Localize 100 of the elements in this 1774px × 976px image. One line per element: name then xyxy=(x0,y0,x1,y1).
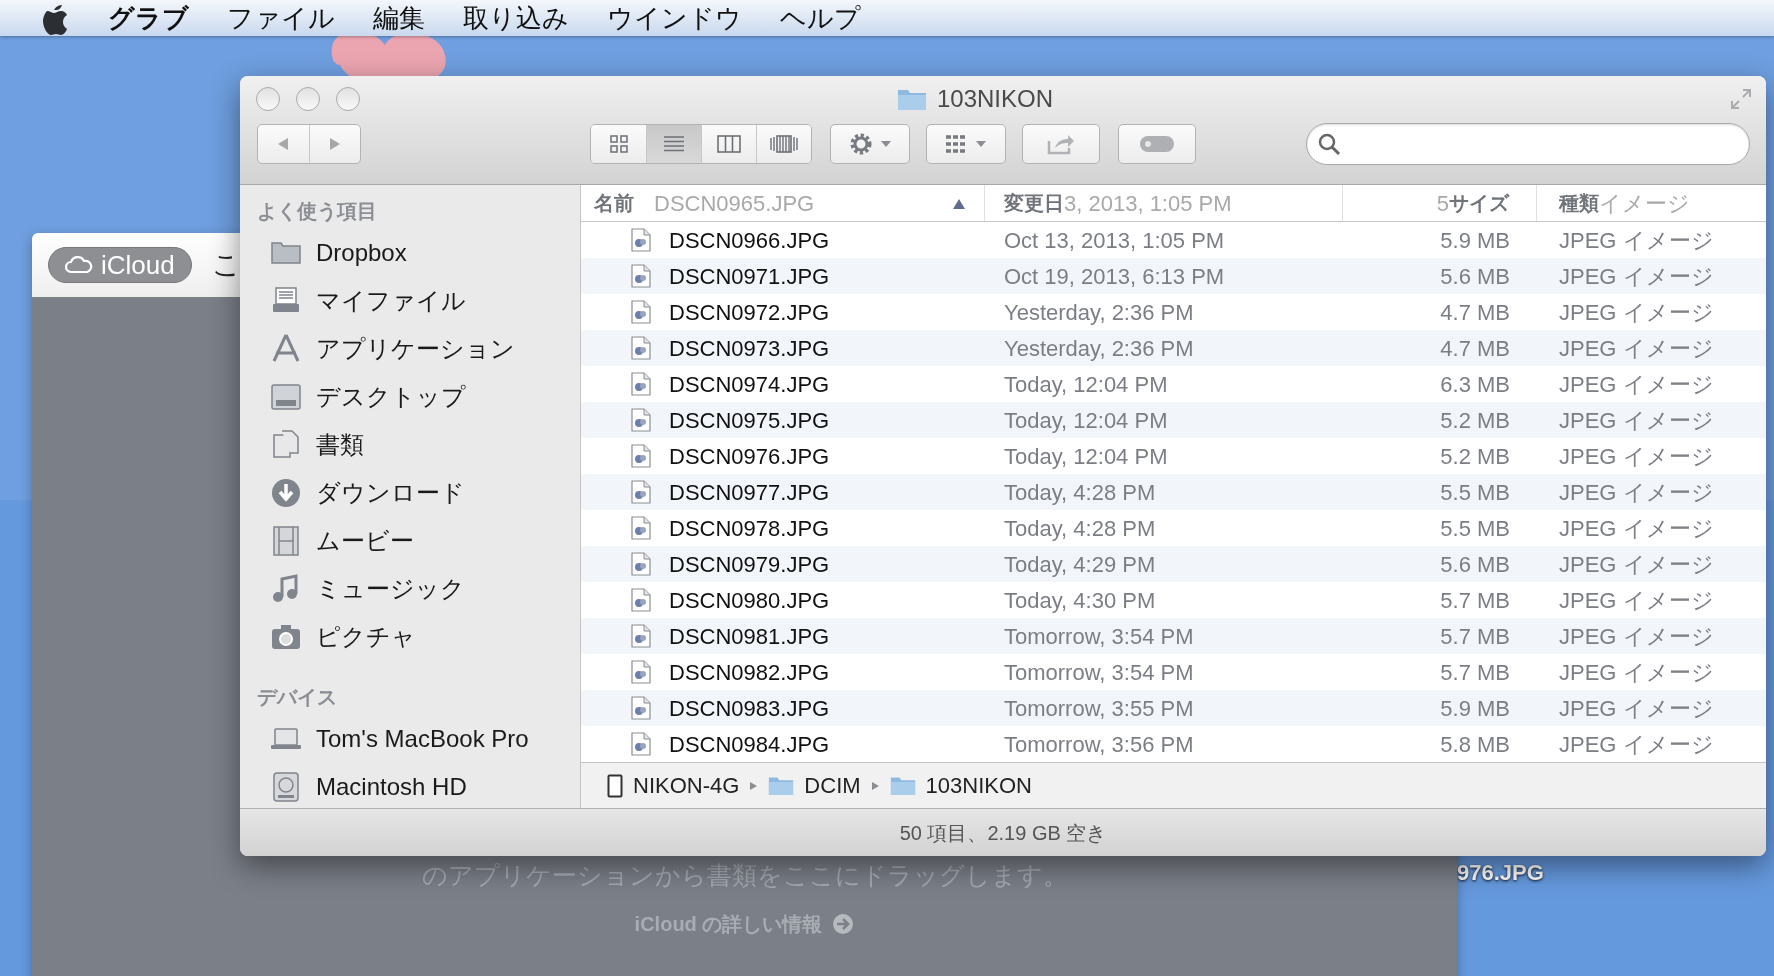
column-title: 種類 xyxy=(1559,191,1599,216)
image-file-icon xyxy=(631,516,651,540)
menu-item[interactable]: ヘルプ xyxy=(780,0,861,38)
image-file-icon xyxy=(631,264,651,288)
kind-cell-text: JPEG イメージ xyxy=(1558,370,1715,399)
view-mode-button[interactable] xyxy=(756,125,811,163)
sidebar-item-label: マイファイル xyxy=(316,286,466,316)
download-icon xyxy=(270,477,302,509)
file-row[interactable]: DSCN0981.JPG Tomorrow, 3:54 PM 5.7 MB JPEG イメージ xyxy=(581,618,1766,654)
ghost-row-text: 3, 2013, 1:05 PM xyxy=(1064,189,1232,218)
date-cell-text: Today, 4:28 PM xyxy=(1003,514,1157,543)
search-field[interactable] xyxy=(1306,123,1750,165)
path-item[interactable]: NIKON-4G xyxy=(607,769,740,802)
sidebar-item[interactable]: デスクトップ xyxy=(240,373,580,421)
path-item[interactable]: DCIM xyxy=(768,769,861,802)
column-header[interactable]: 名前 DSCN0965.JPG xyxy=(581,185,985,221)
column-header[interactable]: 種類イメージ xyxy=(1537,185,1766,221)
ghost-row-text: 5 xyxy=(1436,189,1449,218)
tag-button[interactable] xyxy=(1118,124,1196,164)
file-row[interactable]: DSCN0973.JPG Yesterday, 2:36 PM 4.7 MB JPEG イメージ xyxy=(581,330,1766,366)
action-button[interactable] xyxy=(830,124,910,164)
file-row[interactable]: DSCN0977.JPG Today, 4:28 PM 5.5 MB JPEG イメージ xyxy=(581,474,1766,510)
sidebar-item-label: ミュージック xyxy=(316,574,465,604)
menu-item[interactable]: ウインドウ xyxy=(607,0,742,38)
view-mode-button[interactable] xyxy=(701,125,756,163)
date-cell-text: Yesterday, 2:36 PM xyxy=(1003,298,1195,327)
kind-cell-text: JPEG イメージ xyxy=(1558,262,1715,291)
arrange-button[interactable] xyxy=(926,124,1006,164)
file-name: DSCN0977.JPG xyxy=(669,478,830,507)
sidebar-heading: よく使う項目 xyxy=(256,199,378,224)
kind-cell-text: JPEG イメージ xyxy=(1558,550,1715,579)
sidebar-item[interactable]: Dropbox xyxy=(240,229,580,277)
file-row[interactable]: DSCN0979.JPG Today, 4:29 PM 5.6 MB JPEG イメージ xyxy=(581,546,1766,582)
size-cell-text: 4.7 MB xyxy=(1439,298,1511,327)
column-header[interactable]: 5サイズ xyxy=(1343,185,1537,221)
file-name: DSCN0966.JPG xyxy=(669,226,830,255)
kind-cell-text: JPEG イメージ xyxy=(1558,694,1715,723)
file-row[interactable]: DSCN0971.JPG Oct 19, 2013, 6:13 PM 5.6 MB JPEG イメージ xyxy=(581,258,1766,294)
column-title: 変更日 xyxy=(1004,191,1064,216)
view-mode-button[interactable] xyxy=(646,125,701,163)
file-name: DSCN0971.JPG xyxy=(669,262,830,291)
sidebar-item[interactable]: アプリケーション xyxy=(240,325,580,373)
file-name: DSCN0973.JPG xyxy=(669,334,830,363)
sidebar-item-label: 書類 xyxy=(316,430,364,460)
window-title: こ xyxy=(211,248,241,282)
desktop-icon xyxy=(270,381,302,413)
grid-icon xyxy=(608,134,629,154)
size-cell-text: 5.8 MB xyxy=(1439,730,1511,759)
window-control-button[interactable] xyxy=(336,87,360,111)
size-cell-text: 4.7 MB xyxy=(1439,334,1511,363)
size-cell-text: 5.9 MB xyxy=(1439,694,1511,723)
kind-cell-text: JPEG イメージ xyxy=(1558,334,1715,363)
file-name: DSCN0982.JPG xyxy=(669,658,830,687)
window-control-button[interactable] xyxy=(296,87,320,111)
file-row[interactable]: DSCN0975.JPG Today, 12:04 PM 5.2 MB JPEG イメージ xyxy=(581,402,1766,438)
image-file-icon xyxy=(631,228,651,252)
size-cell-text: 5.2 MB xyxy=(1439,442,1511,471)
size-cell-text: 5.6 MB xyxy=(1439,550,1511,579)
search-icon xyxy=(1317,132,1341,156)
app-menu[interactable]: グラブ xyxy=(108,0,189,38)
window-control-button[interactable] xyxy=(256,87,280,111)
date-cell-text: Tomorrow, 3:55 PM xyxy=(1003,694,1195,723)
size-cell-text: 6.3 MB xyxy=(1439,370,1511,399)
image-file-icon xyxy=(631,732,651,756)
image-file-icon xyxy=(631,408,651,432)
cloud-icon xyxy=(65,256,93,274)
image-file-icon xyxy=(631,552,651,576)
sidebar-item[interactable]: ピクチャ xyxy=(240,613,580,661)
sidebar-item[interactable]: ミュージック xyxy=(240,565,580,613)
sidebar-item[interactable]: ムービー xyxy=(240,517,580,565)
image-file-icon xyxy=(631,480,651,504)
arrow-circle-icon xyxy=(832,912,855,935)
date-cell-text: Yesterday, 2:36 PM xyxy=(1003,334,1195,363)
column-header[interactable]: 変更日3, 2013, 1:05 PM xyxy=(985,185,1343,221)
size-cell-text: 5.2 MB xyxy=(1439,406,1511,435)
kind-cell-text: JPEG イメージ xyxy=(1558,586,1715,615)
sidebar-item[interactable]: 書類 xyxy=(240,421,580,469)
fullscreen-icon[interactable] xyxy=(1730,88,1752,110)
image-file-icon xyxy=(631,336,651,360)
kind-cell-text: JPEG イメージ xyxy=(1558,406,1715,435)
view-mode-button[interactable] xyxy=(591,125,646,163)
movie-icon xyxy=(270,525,302,557)
path-item-label: NIKON-4G xyxy=(633,772,740,800)
menu-item[interactable]: 編集 xyxy=(373,0,425,38)
sidebar-item[interactable]: Tom's MacBook Pro xyxy=(240,715,580,763)
sidebar-item[interactable]: ダウンロード xyxy=(240,469,580,517)
menu-item[interactable]: ファイル xyxy=(227,0,335,38)
image-file-icon xyxy=(631,372,651,396)
file-row[interactable]: DSCN0983.JPG Tomorrow, 3:55 PM 5.9 MB JPEG イメージ xyxy=(581,690,1766,726)
file-name: DSCN0981.JPG xyxy=(669,622,830,651)
sidebar-item[interactable]: マイファイル xyxy=(240,277,580,325)
file-name: DSCN0978.JPG xyxy=(669,514,830,543)
kind-cell-text: JPEG イメージ xyxy=(1558,658,1715,687)
sidebar-item-label: Dropbox xyxy=(316,238,407,268)
gear-icon xyxy=(848,131,874,157)
path-item[interactable]: 103NIKON xyxy=(889,769,1032,802)
share-button[interactable] xyxy=(1022,124,1100,164)
sidebar-item[interactable]: Macintosh HD xyxy=(240,763,580,811)
kind-cell-text: JPEG イメージ xyxy=(1558,442,1715,471)
menu-item[interactable]: 取り込み xyxy=(463,0,569,38)
